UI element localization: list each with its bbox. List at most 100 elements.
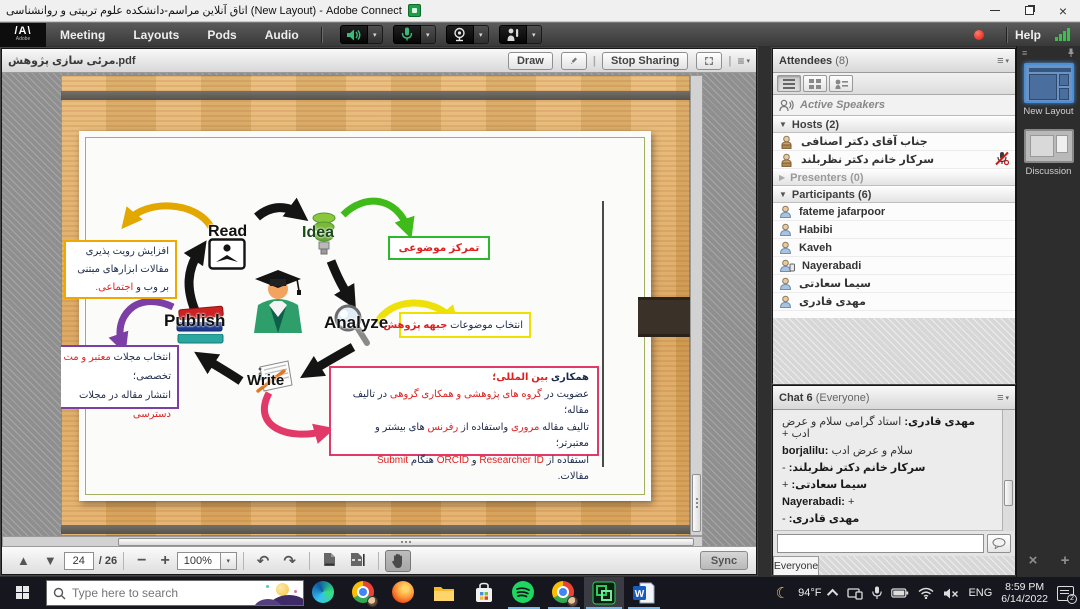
zoom-out-button[interactable]: −	[130, 552, 153, 570]
layouts-menu-icon[interactable]: ≡	[1022, 48, 1027, 58]
cycle-label-idea: Idea	[302, 224, 334, 242]
manage-layouts-button[interactable]: ×	[1029, 552, 1038, 569]
pan-hand-tool-button[interactable]	[385, 550, 411, 572]
start-button[interactable]	[0, 577, 46, 609]
redo-button[interactable]: ↷	[276, 552, 303, 570]
previous-page-button[interactable]: ▲	[10, 553, 37, 568]
shared-slide-document[interactable]: Read Idea Analyze Write Publish افزایش ر…	[61, 75, 690, 536]
pin-icon[interactable]	[1067, 48, 1075, 57]
minimize-button[interactable]	[978, 0, 1012, 21]
taskbar-app-spotify[interactable]	[504, 577, 544, 609]
horizontal-scrollbar[interactable]	[2, 536, 703, 546]
stop-sharing-button[interactable]: Stop Sharing	[602, 52, 688, 70]
speaker-button[interactable]	[340, 25, 368, 44]
chat-input[interactable]	[777, 534, 984, 553]
microphone-dropdown[interactable]: ▾	[421, 25, 436, 44]
microphone-control: ▾	[393, 25, 436, 44]
host-row[interactable]: سرکار خانم دکتر نظربلند	[773, 151, 1015, 169]
vertical-scrollbar[interactable]	[690, 75, 703, 536]
chat-tab-everyone[interactable]: Everyone	[773, 556, 819, 575]
volume-muted-icon[interactable]	[943, 587, 959, 600]
maximize-button[interactable]	[1012, 0, 1046, 21]
zoom-in-button[interactable]: +	[153, 552, 176, 570]
vertical-scrollbar-thumb[interactable]	[692, 474, 701, 532]
attendee-grid-view-button[interactable]	[803, 75, 827, 92]
add-layout-button[interactable]: +	[1061, 552, 1070, 569]
taskbar-app-adobe-connect[interactable]	[584, 577, 624, 609]
menu-meeting[interactable]: Meeting	[46, 23, 119, 47]
chat-scrollbar[interactable]	[1002, 410, 1014, 531]
raise-hand-dropdown[interactable]: ▾	[527, 25, 542, 44]
menu-audio[interactable]: Audio	[251, 23, 313, 47]
fit-width-button[interactable]	[343, 552, 372, 570]
draw-button[interactable]: Draw	[508, 52, 553, 70]
attendee-card-view-button[interactable]	[829, 75, 853, 92]
horizontal-scrollbar-thumb[interactable]	[118, 538, 694, 546]
participant-row[interactable]: Nayerabadi	[773, 257, 1015, 275]
menu-pods[interactable]: Pods	[193, 23, 250, 47]
pencil-tool-button[interactable]	[561, 52, 587, 70]
webcam-dropdown[interactable]: ▾	[474, 25, 489, 44]
layout-new-layout-thumbnail[interactable]	[1024, 63, 1074, 103]
chat-message: سیما سعادتی: +	[782, 479, 996, 491]
svg-text:W: W	[635, 589, 645, 600]
taskbar-app-firefox[interactable]	[384, 577, 424, 609]
participant-row[interactable]: Kaveh	[773, 239, 1015, 257]
weather-temperature[interactable]: 94°F	[798, 587, 821, 599]
tray-overflow-chevron-icon[interactable]	[827, 589, 838, 600]
notification-center-icon[interactable]: 2	[1057, 586, 1074, 601]
close-button[interactable]: ×	[1046, 0, 1080, 21]
presenters-section-header[interactable]: ▶ Presenters (0)	[773, 169, 1015, 186]
chat-pod-menu[interactable]: ≡▾	[997, 392, 1009, 404]
zoom-dropdown[interactable]: ▾	[221, 552, 237, 570]
chat-scrollbar-thumb[interactable]	[1004, 480, 1013, 506]
zoom-level-value[interactable]: 100%	[177, 552, 221, 570]
layouts-rail: ≡ New Layout Discussion × +	[1016, 46, 1080, 577]
speaker-dropdown[interactable]: ▾	[368, 25, 383, 44]
search-input[interactable]	[72, 586, 222, 600]
taskbar-app-chrome[interactable]	[344, 577, 384, 609]
fit-page-button[interactable]	[316, 552, 343, 570]
send-message-button[interactable]	[987, 534, 1011, 553]
taskbar-app-word[interactable]: W	[624, 577, 664, 609]
participant-row[interactable]: سیما سعادتی	[773, 275, 1015, 293]
hosts-section-header[interactable]: ▼ Hosts (2)	[773, 116, 1015, 133]
participant-row[interactable]: fateme jafarpoor	[773, 203, 1015, 221]
attendees-pod-menu[interactable]: ≡▾	[997, 55, 1009, 67]
taskbar-app-explorer[interactable]	[424, 577, 464, 609]
participants-section-header[interactable]: ▼ Participants (6)	[773, 186, 1015, 203]
taskbar-app-store[interactable]	[464, 577, 504, 609]
chrome-icon	[552, 581, 576, 605]
help-menu[interactable]: Help	[1015, 28, 1041, 42]
language-indicator[interactable]: ENG	[968, 587, 992, 599]
taskbar-app-chrome-2[interactable]	[544, 577, 584, 609]
participant-row[interactable]: مهدی قادری	[773, 293, 1015, 311]
battery-icon[interactable]	[891, 587, 909, 599]
connect-display-icon[interactable]	[847, 587, 863, 600]
tray-microphone-icon[interactable]	[872, 586, 882, 600]
attendee-list-view-button[interactable]	[777, 75, 801, 92]
connection-status-icon[interactable]	[1055, 28, 1070, 41]
share-stage: Read Idea Analyze Write Publish افزایش ر…	[2, 73, 756, 546]
participant-row[interactable]: Habibi	[773, 221, 1015, 239]
weather-moon-icon[interactable]: ☾	[776, 584, 789, 602]
raise-hand-button[interactable]	[499, 25, 527, 44]
taskbar-search[interactable]	[46, 580, 304, 606]
cycle-label-write: Write	[247, 372, 284, 389]
taskbar-clock[interactable]: 8:59 PM 6/14/2022	[1001, 581, 1048, 605]
page-number-input[interactable]	[64, 552, 94, 570]
sync-button[interactable]: Sync	[700, 551, 748, 570]
active-speakers-row: Active Speakers	[773, 95, 1015, 116]
wifi-icon[interactable]	[918, 587, 934, 599]
webcam-button[interactable]	[446, 25, 474, 44]
search-icon	[53, 587, 66, 600]
fullscreen-button[interactable]	[696, 52, 722, 70]
layout-discussion-thumbnail[interactable]	[1024, 129, 1074, 163]
taskbar-app-edge[interactable]	[304, 577, 344, 609]
next-page-button[interactable]: ▼	[37, 553, 64, 568]
microphone-button[interactable]	[393, 25, 421, 44]
undo-button[interactable]: ↶	[250, 552, 277, 570]
share-pod-menu-icon[interactable]: ≡	[737, 54, 744, 68]
menu-layouts[interactable]: Layouts	[119, 23, 193, 47]
host-row[interactable]: جناب آقای دکتر اصنافی	[773, 133, 1015, 151]
